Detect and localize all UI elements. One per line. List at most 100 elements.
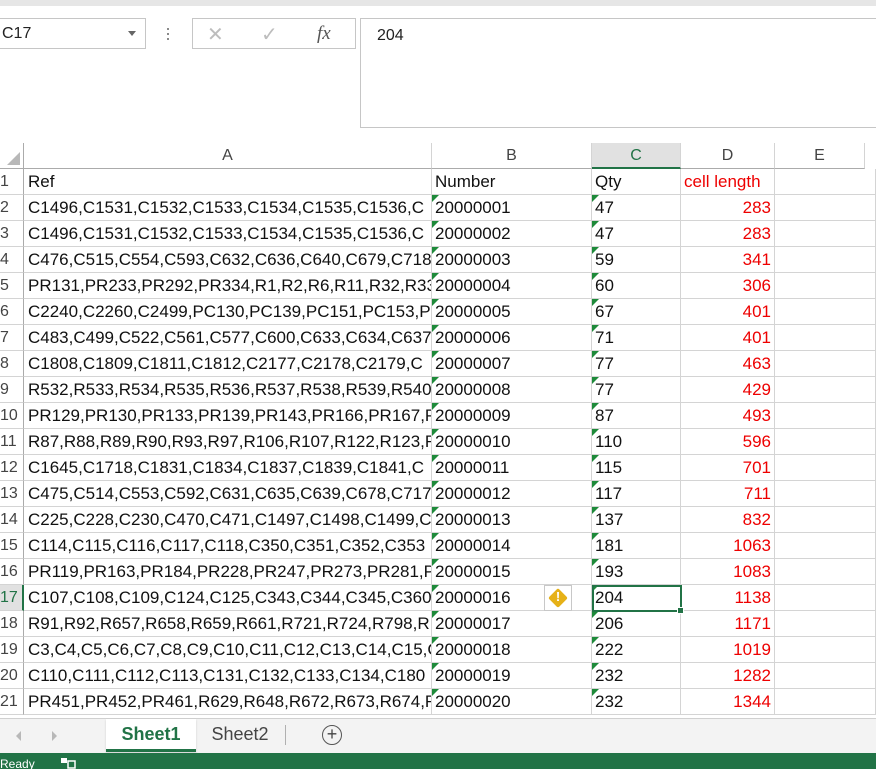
cell[interactable]: 20000002 [432,221,592,247]
cell[interactable]: 1019 [681,637,775,663]
cell[interactable]: PR131,PR233,PR292,PR334,R1,R2,R6,R11,R32… [24,273,432,299]
scroll-right-icon[interactable] [52,731,57,741]
cell[interactable]: 283 [681,221,775,247]
cell[interactable]: 20000014 [432,533,592,559]
cell[interactable]: 47 [592,221,681,247]
cell[interactable]: C483,C499,C522,C561,C577,C600,C633,C634,… [24,325,432,351]
cell[interactable]: 20000018 [432,637,592,663]
row-header[interactable]: 12 [0,455,24,481]
cell[interactable]: 1171 [681,611,775,637]
column-header-c[interactable]: C [592,143,681,169]
cell[interactable]: 341 [681,247,775,273]
cell[interactable]: Qty [592,169,681,195]
cell[interactable]: 222 [592,637,681,663]
cell[interactable] [775,481,876,507]
cell[interactable]: 232 [592,689,681,715]
cell[interactable]: 1344 [681,689,775,715]
sheet-tab-1[interactable]: Sheet1 [106,719,196,752]
column-header-d[interactable]: D [681,143,775,169]
cell[interactable]: PR119,PR163,PR184,PR228,PR247,PR273,PR28… [24,559,432,585]
row-header[interactable]: 11 [0,429,24,455]
cell[interactable]: C107,C108,C109,C124,C125,C343,C344,C345,… [24,585,432,611]
formula-input[interactable]: 204 [360,18,876,128]
cell[interactable]: 493 [681,403,775,429]
row-header[interactable]: 16 [0,559,24,585]
cell[interactable]: C3,C4,C5,C6,C7,C8,C9,C10,C11,C12,C13,C14… [24,637,432,663]
cell[interactable]: 1282 [681,663,775,689]
row-header[interactable]: 15 [0,533,24,559]
cell[interactable]: 60 [592,273,681,299]
cell[interactable]: 463 [681,351,775,377]
cell[interactable]: R91,R92,R657,R658,R659,R661,R721,R724,R7… [24,611,432,637]
cell[interactable] [775,689,876,715]
cell[interactable]: 87 [592,403,681,429]
sheet-tab-2[interactable]: Sheet2 [200,719,280,749]
cell[interactable]: 137 [592,507,681,533]
cell[interactable]: C1808,C1809,C1811,C1812,C2177,C2178,C217… [24,351,432,377]
cell[interactable]: PR129,PR130,PR133,PR139,PR143,PR166,PR16… [24,403,432,429]
cell[interactable]: R87,R88,R89,R90,R93,R97,R106,R107,R122,R… [24,429,432,455]
cell[interactable]: Number [432,169,592,195]
cell[interactable]: 204 [592,585,681,611]
row-header[interactable]: 4 [0,247,24,273]
add-sheet-button[interactable]: + [322,725,342,745]
cell[interactable] [775,351,876,377]
cell[interactable]: C475,C514,C553,C592,C631,C635,C639,C678,… [24,481,432,507]
cell[interactable]: 701 [681,455,775,481]
more-options-icon[interactable] [165,25,171,43]
row-header[interactable]: 13 [0,481,24,507]
cell[interactable]: 832 [681,507,775,533]
cell[interactable]: 193 [592,559,681,585]
macro-record-icon[interactable] [60,757,76,769]
cell[interactable]: 1138 [681,585,775,611]
name-box[interactable]: C17 [0,18,146,49]
cell[interactable]: 117 [592,481,681,507]
cell[interactable]: cell length [681,169,775,195]
cell[interactable] [775,559,876,585]
cancel-icon[interactable]: ✕ [207,22,224,47]
cell[interactable]: Ref [24,169,432,195]
cell[interactable]: PR451,PR452,PR461,R629,R648,R672,R673,R6… [24,689,432,715]
cell[interactable]: 20000007 [432,351,592,377]
cell[interactable] [775,299,876,325]
cell[interactable]: C476,C515,C554,C593,C632,C636,C640,C679,… [24,247,432,273]
cell[interactable]: 283 [681,195,775,221]
cell[interactable]: C110,C111,C112,C113,C131,C132,C133,C134,… [24,663,432,689]
cell[interactable]: 232 [592,663,681,689]
column-header-a[interactable]: A [24,143,432,169]
cell[interactable]: C1645,C1718,C1831,C1834,C1837,C1839,C184… [24,455,432,481]
cell[interactable]: 20000010 [432,429,592,455]
cell[interactable]: C1496,C1531,C1532,C1533,C1534,C1535,C153… [24,195,432,221]
cell[interactable]: 306 [681,273,775,299]
cell[interactable]: 110 [592,429,681,455]
cell[interactable]: 20000001 [432,195,592,221]
cell[interactable]: C225,C228,C230,C470,C471,C1497,C1498,C14… [24,507,432,533]
cell[interactable] [775,221,876,247]
cell[interactable]: R532,R533,R534,R535,R536,R537,R538,R539,… [24,377,432,403]
chevron-down-icon[interactable] [128,31,136,36]
cell[interactable] [775,455,876,481]
cell[interactable] [775,507,876,533]
scroll-left-icon[interactable] [16,731,21,741]
cell[interactable]: 20000011 [432,455,592,481]
row-header[interactable]: 19 [0,637,24,663]
insert-function-icon[interactable]: fx [317,23,331,45]
row-header[interactable]: 18 [0,611,24,637]
row-header[interactable]: 9 [0,377,24,403]
column-header-e[interactable]: E [775,143,865,169]
cell[interactable]: 20000005 [432,299,592,325]
row-header[interactable]: 7 [0,325,24,351]
cell[interactable] [775,377,876,403]
row-header[interactable]: 14 [0,507,24,533]
cell[interactable]: 1083 [681,559,775,585]
row-header[interactable]: 17 [0,585,24,611]
row-header[interactable]: 2 [0,195,24,221]
cell[interactable] [775,663,876,689]
row-header[interactable]: 10 [0,403,24,429]
cell[interactable]: 47 [592,195,681,221]
cell[interactable]: 596 [681,429,775,455]
row-header[interactable]: 1 [0,169,24,195]
cell[interactable]: 20000008 [432,377,592,403]
cell[interactable]: 20000013 [432,507,592,533]
cell[interactable]: 59 [592,247,681,273]
